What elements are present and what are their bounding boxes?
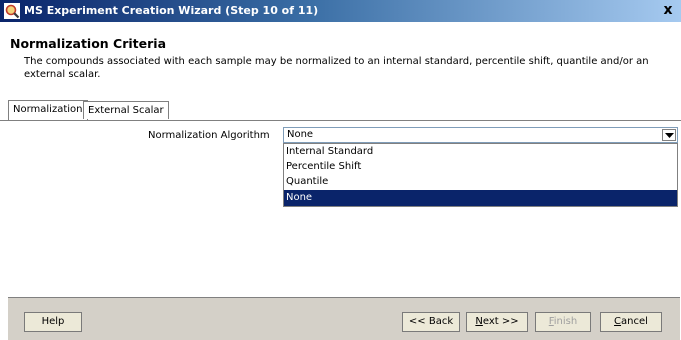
page-description: The compounds associated with each sampl… xyxy=(24,56,649,80)
tab-normalization[interactable]: Normalization xyxy=(8,100,88,120)
normalization-algorithm-label: Normalization Algorithm xyxy=(148,130,270,141)
magnifier-icon xyxy=(4,3,20,19)
back-button[interactable]: << Back xyxy=(402,312,460,332)
option-percentile-shift[interactable]: Percentile Shift xyxy=(284,159,677,175)
next-label-rest: ext >> xyxy=(482,316,519,327)
help-button[interactable]: Help xyxy=(24,312,82,332)
selected-value: None xyxy=(287,129,314,140)
option-none[interactable]: None xyxy=(284,190,677,206)
option-internal-standard[interactable]: Internal Standard xyxy=(284,144,677,160)
chevron-down-icon xyxy=(665,133,674,138)
tab-strip: Normalization External Scalar xyxy=(0,100,681,121)
next-mnemonic: N xyxy=(475,316,483,327)
tab-external-scalar[interactable]: External Scalar xyxy=(83,101,169,119)
window-title: MS Experiment Creation Wizard (Step 10 o… xyxy=(24,4,319,17)
normalization-algorithm-select[interactable]: None xyxy=(283,127,678,143)
wizard-header: Normalization Criteria The compounds ass… xyxy=(0,22,681,102)
cancel-mnemonic: C xyxy=(614,316,622,327)
tab-content-panel: Normalization Algorithm None Internal St… xyxy=(8,121,680,294)
option-quantile[interactable]: Quantile xyxy=(284,174,677,190)
title-bar[interactable]: MS Experiment Creation Wizard (Step 10 o… xyxy=(0,0,681,22)
cancel-button[interactable]: Cancel xyxy=(600,312,662,332)
algorithm-options-list: Internal Standard Percentile Shift Quant… xyxy=(283,143,678,207)
button-bar: Help << Back Next >> Finish Cancel xyxy=(8,297,680,340)
page-title: Normalization Criteria xyxy=(10,36,167,51)
cancel-label-rest: ancel xyxy=(621,316,648,327)
wizard-window: MS Experiment Creation Wizard (Step 10 o… xyxy=(0,0,681,340)
next-button[interactable]: Next >> xyxy=(466,312,528,332)
dropdown-button[interactable] xyxy=(662,129,676,141)
finish-button[interactable]: Finish xyxy=(535,312,591,332)
close-button[interactable]: x xyxy=(659,2,677,19)
finish-label-rest: inish xyxy=(553,316,578,327)
